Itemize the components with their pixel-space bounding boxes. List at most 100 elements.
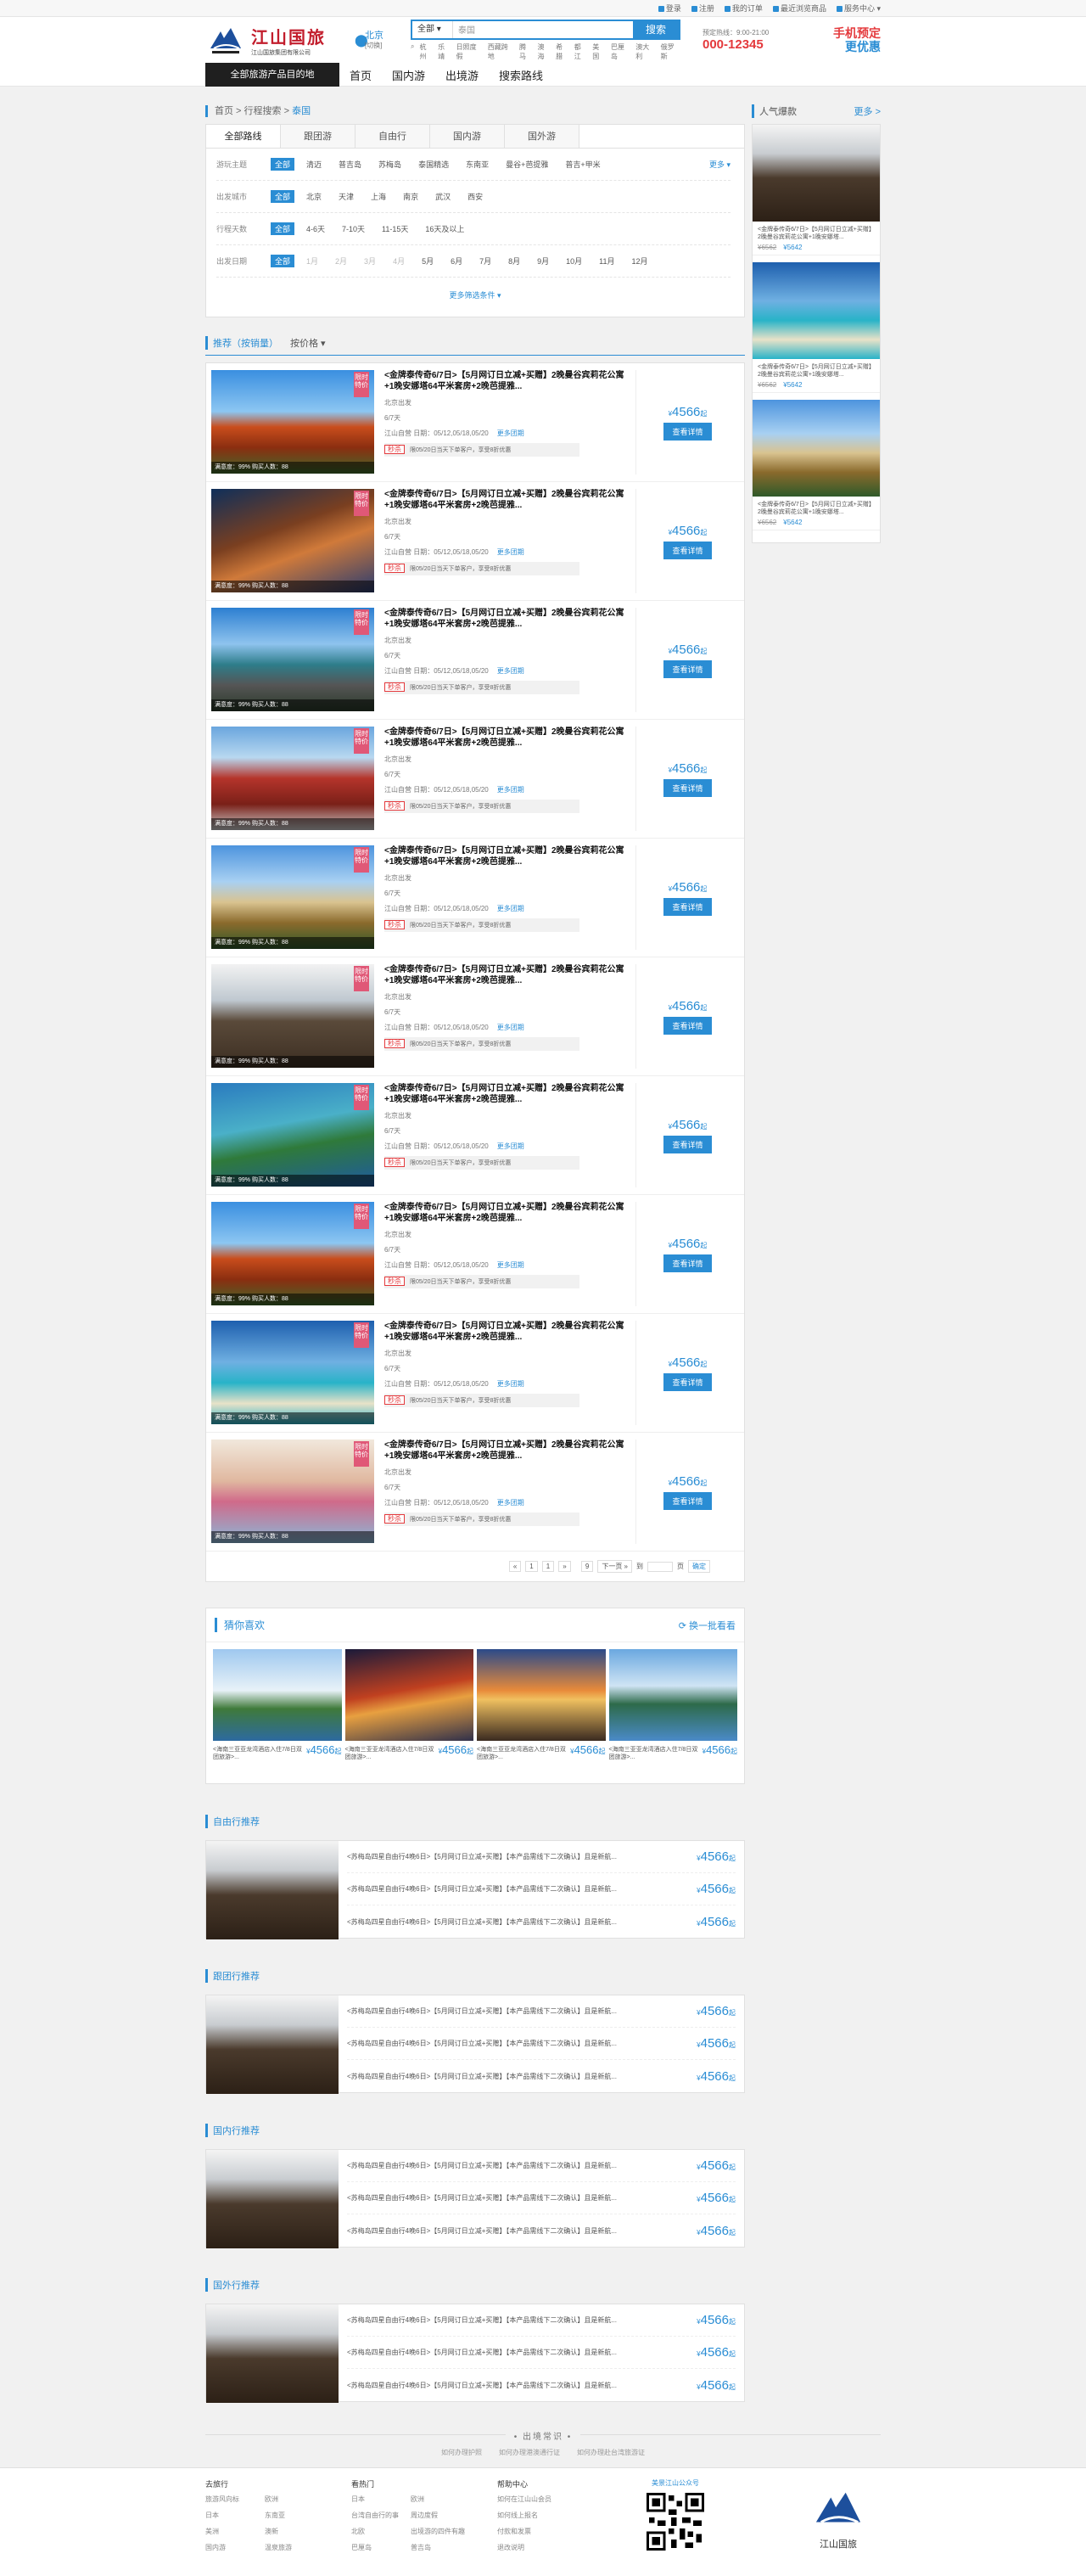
filter-option[interactable]: 4-6天 — [306, 223, 325, 234]
recent-link[interactable]: 最近浏览商品 — [772, 0, 826, 17]
guess-item[interactable]: <海南三亚亚龙湾酒店入住7/8日双团旅游>... ¥4566起 — [477, 1649, 606, 1761]
hot-word-link[interactable]: 日照度假 — [456, 42, 483, 61]
filter-option[interactable]: 5月 — [422, 255, 434, 267]
search-input[interactable] — [453, 20, 633, 38]
filter-option[interactable]: 11月 — [599, 255, 614, 267]
next-page-button[interactable]: 下一页 » — [597, 1560, 632, 1573]
view-details-button[interactable]: 查看详情 — [663, 1135, 712, 1153]
filter-option[interactable]: 清迈 — [306, 159, 322, 170]
product-title[interactable]: <金牌泰传奇6/7日>【5月网订日立减+买赠】2晚曼谷宾莉花公寓+1晚安娜塔64… — [384, 608, 629, 630]
hot-word-link[interactable]: 澳大利 — [635, 42, 655, 61]
nav-outbound[interactable]: 出境游 — [435, 67, 489, 83]
footer-link[interactable]: 巴厘岛 — [351, 2543, 411, 2552]
sidebar-more-link[interactable]: 更多 > — [854, 104, 881, 118]
hot-word-link[interactable]: 杭州 — [419, 42, 433, 61]
product-title[interactable]: <金牌泰传奇6/7日>【5月网订日立减+买赠】2晚曼谷宾莉花公寓+1晚安娜塔64… — [384, 964, 629, 986]
hot-word-link[interactable]: 乐靖 — [438, 42, 451, 61]
footer-link[interactable]: 温泉旅游 — [265, 2543, 324, 2552]
product-image[interactable]: 限时特价 满意度：99% 购买人数：88 — [211, 1321, 374, 1424]
service-link[interactable]: 服务中心 ▾ — [836, 0, 881, 17]
footer-link[interactable]: 出境游的四件有趣 — [411, 2527, 470, 2536]
hot-word-link[interactable]: 巴厘岛 — [611, 42, 630, 61]
filter-option[interactable]: 天津 — [339, 191, 354, 202]
hot-word-link[interactable]: 澳海 — [538, 42, 551, 61]
page-go-button[interactable]: 确定 — [688, 1560, 710, 1573]
footer-link[interactable]: 普吉岛 — [411, 2543, 470, 2552]
product-title[interactable]: <金牌泰传奇6/7日>【5月网订日立减+买赠】2晚曼谷宾莉花公寓+1晚安娜塔64… — [384, 370, 629, 392]
page-1[interactable]: 1 — [525, 1561, 538, 1572]
footer-link[interactable]: 澳新 — [265, 2527, 324, 2536]
product-image[interactable]: 限时特价 满意度：99% 购买人数：88 — [211, 727, 374, 830]
recommend-image[interactable] — [206, 2304, 339, 2403]
filter-tab[interactable]: 国内游 — [430, 125, 505, 148]
product-image[interactable]: 限时特价 满意度：99% 购买人数：88 — [211, 845, 374, 949]
filter-option[interactable]: 6月 — [451, 255, 462, 267]
footer-knowledge-link[interactable]: 如何办理护照 — [441, 2448, 482, 2457]
sort-by-sales[interactable]: 推荐（按销量） — [205, 336, 278, 350]
footer-knowledge-link[interactable]: 如何办理赴台湾旅游证 — [577, 2448, 645, 2457]
recommend-item[interactable]: <苏梅岛四星自由行4晚6日>【5月网订日立减+买赠】【本产品需线下二次确认】且是… — [347, 1841, 736, 1873]
footer-link[interactable]: 东南亚 — [265, 2511, 324, 2520]
page-2[interactable]: 1 — [541, 1561, 555, 1572]
hot-word-link[interactable]: 希腊 — [556, 42, 569, 61]
view-details-button[interactable]: 查看详情 — [663, 1491, 712, 1510]
filter-option[interactable]: 8月 — [508, 255, 520, 267]
filter-tab[interactable]: 全部路线 — [206, 125, 281, 148]
search-button[interactable]: 搜索 — [633, 20, 679, 38]
filter-option[interactable]: 9月 — [537, 255, 549, 267]
site-logo[interactable]: 江山国旅 江山国旅集团有限公司 — [205, 23, 348, 57]
view-details-button[interactable]: 查看详情 — [663, 659, 712, 678]
recommend-item[interactable]: <苏梅岛四星自由行4晚6日>【5月网订日立减+买赠】【本产品需线下二次确认】且是… — [347, 2337, 736, 2369]
recommend-image[interactable] — [206, 2150, 339, 2248]
page-next[interactable]: » — [558, 1561, 571, 1572]
mobile-promo[interactable]: 手机预定 更优惠 — [833, 26, 881, 53]
footer-link[interactable]: 旅游风向标 — [205, 2495, 265, 2504]
recommend-item[interactable]: <苏梅岛四星自由行4晚6日>【5月网订日立减+买赠】【本产品需线下二次确认】且是… — [347, 1873, 736, 1905]
filter-all-tag[interactable]: 全部 — [271, 222, 295, 235]
filter-tab[interactable]: 自由行 — [355, 125, 430, 148]
hot-word-link[interactable]: 都江 — [574, 42, 588, 61]
filter-option[interactable]: 普吉岛 — [339, 159, 361, 170]
filter-option[interactable]: 东南亚 — [466, 159, 489, 170]
filter-option[interactable]: 西安 — [467, 191, 483, 202]
filter-all-tag[interactable]: 全部 — [271, 255, 295, 267]
hot-word-link[interactable]: 美国 — [592, 42, 606, 61]
nav-home[interactable]: 首页 — [339, 67, 382, 83]
view-details-button[interactable]: 查看详情 — [663, 897, 712, 916]
filter-option[interactable]: 7-10天 — [342, 223, 365, 234]
footer-link[interactable]: 美洲 — [205, 2527, 265, 2536]
product-image[interactable]: 限时特价 满意度：99% 购买人数：88 — [211, 964, 374, 1068]
product-image[interactable]: 限时特价 满意度：99% 购买人数：88 — [211, 1083, 374, 1187]
view-details-button[interactable]: 查看详情 — [663, 541, 712, 559]
filter-tab[interactable]: 跟团游 — [281, 125, 355, 148]
more-dates-link[interactable]: 更多团期 — [497, 667, 524, 675]
footer-link[interactable]: 台湾自由行的事 — [351, 2511, 411, 2520]
product-title[interactable]: <金牌泰传奇6/7日>【5月网订日立减+买赠】2晚曼谷宾莉花公寓+1晚安娜塔64… — [384, 489, 629, 511]
recommend-image[interactable] — [206, 1995, 339, 2094]
page-prev[interactable]: « — [508, 1561, 522, 1572]
recommend-image[interactable] — [206, 1841, 339, 1939]
recommend-item[interactable]: <苏梅岛四星自由行4晚6日>【5月网订日立减+买赠】【本产品需线下二次确认】且是… — [347, 2182, 736, 2214]
more-dates-link[interactable]: 更多团期 — [497, 1499, 524, 1507]
refresh-button[interactable]: ⟳ 换一批看看 — [679, 1619, 736, 1632]
more-conditions-link[interactable]: 更多筛选条件 ▾ — [206, 289, 744, 300]
product-image[interactable]: 限时特价 满意度：99% 购买人数：88 — [211, 370, 374, 474]
city-switcher[interactable]: ⬤ 北京 [切换] — [355, 31, 407, 50]
footer-link[interactable]: 欧洲 — [411, 2495, 470, 2504]
footer-link[interactable]: 如何线上报名 — [497, 2511, 591, 2520]
product-title[interactable]: <金牌泰传奇6/7日>【5月网订日立减+买赠】2晚曼谷宾莉花公寓+1晚安娜塔64… — [384, 845, 629, 867]
recommend-item[interactable]: <苏梅岛四星自由行4晚6日>【5月网订日立减+买赠】【本产品需线下二次确认】且是… — [347, 2150, 736, 2182]
page-9[interactable]: 9 — [580, 1561, 594, 1572]
product-image[interactable]: 限时特价 满意度：99% 购买人数：88 — [211, 608, 374, 711]
footer-knowledge-link[interactable]: 如何办理港澳通行证 — [499, 2448, 560, 2457]
footer-link[interactable]: 北欧 — [351, 2527, 411, 2536]
product-image[interactable]: 限时特价 满意度：99% 购买人数：88 — [211, 1440, 374, 1543]
filter-more-link[interactable]: 更多 ▾ — [709, 159, 731, 170]
recommend-item[interactable]: <苏梅岛四星自由行4晚6日>【5月网订日立减+买赠】【本产品需线下二次确认】且是… — [347, 2028, 736, 2060]
filter-option[interactable]: 南京 — [403, 191, 418, 202]
product-image[interactable]: 限时特价 满意度：99% 购买人数：88 — [211, 1202, 374, 1305]
footer-link[interactable]: 如何在江山山会员 — [497, 2495, 591, 2504]
footer-link[interactable]: 周边度假 — [411, 2511, 470, 2520]
product-title[interactable]: <金牌泰传奇6/7日>【5月网订日立减+买赠】2晚曼谷宾莉花公寓+1晚安娜塔64… — [384, 1440, 629, 1462]
more-dates-link[interactable]: 更多团期 — [497, 1380, 524, 1388]
